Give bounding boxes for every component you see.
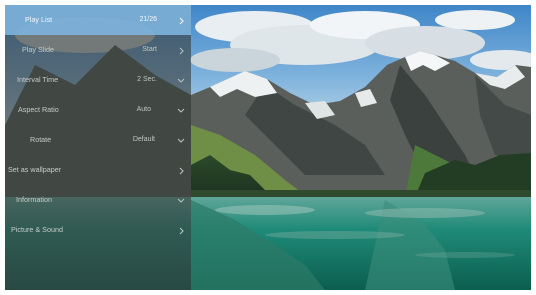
menu-item-aspect-ratio[interactable]: Aspect Ratio Auto: [5, 95, 191, 125]
menu-item-picture-and-sound[interactable]: Picture & Sound: [5, 215, 191, 245]
menu-item-label: Information: [16, 195, 52, 204]
menu-item-information[interactable]: Information: [5, 185, 191, 215]
menu-item-set-as-wallpaper[interactable]: Set as wallpaper: [5, 155, 191, 185]
chevron-right-icon: [176, 155, 186, 185]
chevron-down-icon: [176, 125, 186, 155]
chevron-down-icon: [176, 65, 186, 95]
options-menu-panel: Play List 21/26 Play Slide Start Interva…: [5, 5, 191, 290]
photo-viewer-screen: Play List 21/26 Play Slide Start Interva…: [5, 5, 531, 290]
menu-item-label: Play Slide: [22, 45, 54, 54]
menu-item-label: Interval Time: [17, 75, 59, 84]
menu-item-interval-time[interactable]: Interval Time 2 Sec.: [5, 65, 191, 95]
menu-item-label: Picture & Sound: [11, 225, 63, 234]
menu-item-label: Play List: [25, 15, 53, 24]
menu-item-value: Start: [142, 46, 157, 53]
menu-item-label: Set as wallpaper: [8, 165, 62, 174]
chevron-right-icon: [176, 35, 186, 65]
menu-item-value: Auto: [136, 106, 151, 113]
chevron-down-icon: [176, 185, 186, 215]
menu-item-play-list[interactable]: Play List 21/26: [5, 5, 191, 35]
menu-item-value: 2 Sec.: [137, 76, 157, 83]
menu-item-value: Default: [132, 136, 155, 143]
chevron-right-icon: [176, 5, 186, 35]
menu-item-value: 21/26: [139, 16, 157, 23]
menu-item-play-slide[interactable]: Play Slide Start: [5, 35, 191, 65]
chevron-right-icon: [176, 215, 186, 245]
menu-item-rotate[interactable]: Rotate Default: [5, 125, 191, 155]
menu-item-label: Aspect Ratio: [18, 105, 59, 114]
menu-item-label: Rotate: [30, 135, 52, 144]
chevron-down-icon: [176, 95, 186, 125]
